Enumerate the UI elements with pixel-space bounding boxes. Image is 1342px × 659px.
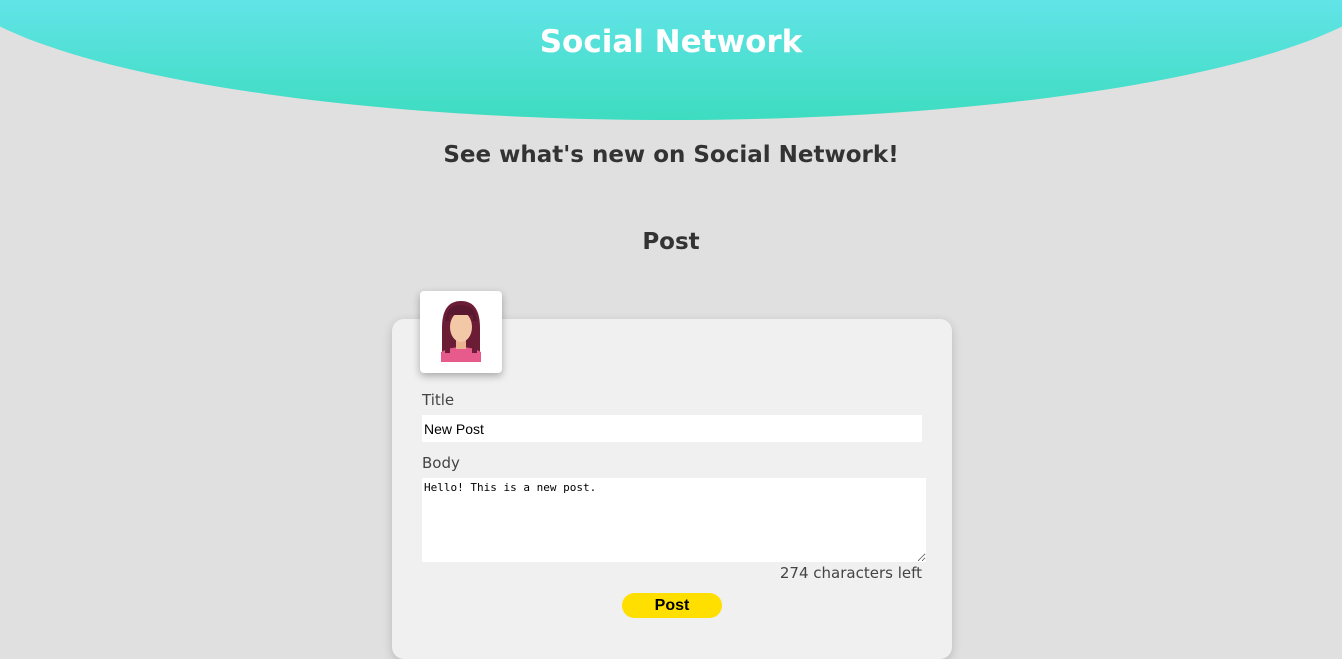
body-textarea[interactable]: Hello! This is a new post.	[422, 478, 926, 562]
post-button[interactable]: Post	[622, 593, 722, 618]
avatar	[420, 291, 502, 373]
title-input[interactable]	[422, 415, 922, 442]
page-subtitle: See what's new on Social Network!	[443, 142, 899, 168]
female-user-avatar-icon	[441, 301, 481, 362]
title-label: Title	[422, 391, 455, 409]
body-label: Body	[422, 454, 460, 472]
app-title: Social Network	[539, 24, 803, 60]
header-banner	[0, 0, 1342, 120]
characters-left-counter: 274 characters left	[779, 564, 922, 582]
section-title: Post	[642, 229, 700, 255]
